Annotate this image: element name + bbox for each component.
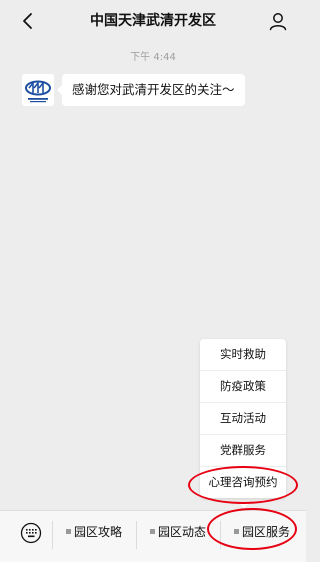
message-bubble[interactable]: 感谢您对武清开发区的关注～ [57,74,245,106]
submenu-item-counseling-appointment[interactable]: 心理咨询预约 [194,467,292,498]
top-nav-bar: 中国天津武清开发区 [0,0,306,42]
menu-dot-icon [149,529,155,534]
page-title: 中国天津武清开发区 [90,13,216,29]
logo-icon [22,74,54,106]
submenu-pointer [238,502,250,508]
back-button[interactable] [18,11,38,31]
bottom-menu-bar: 园区攻略 园区动态 园区服务 [0,510,306,562]
chevron-left-icon [23,13,32,29]
menu-dot-icon [233,529,239,534]
menu-dot-icon [65,529,71,534]
tab-park-guide[interactable]: 园区攻略 [52,511,136,553]
service-submenu: 实时救助 防疫政策 互动活动 党群服务 心理咨询预约 [200,339,286,498]
submenu-item-epidemic-policy[interactable]: 防疫政策 [200,371,286,403]
chat-timestamp: 下午 4:44 [130,52,176,63]
submenu-item-interactive-events[interactable]: 互动活动 [200,403,286,435]
profile-button[interactable] [268,11,288,31]
submenu-item-emergency-rescue[interactable]: 实时救助 [200,339,286,371]
avatar[interactable] [22,74,54,106]
tab-park-services[interactable]: 园区服务 [220,511,304,553]
tab-park-news[interactable]: 园区动态 [136,511,220,553]
keyboard-toggle-button[interactable] [20,522,42,544]
keyboard-icon [20,522,42,544]
submenu-item-party-services[interactable]: 党群服务 [200,435,286,467]
person-icon [269,13,287,31]
